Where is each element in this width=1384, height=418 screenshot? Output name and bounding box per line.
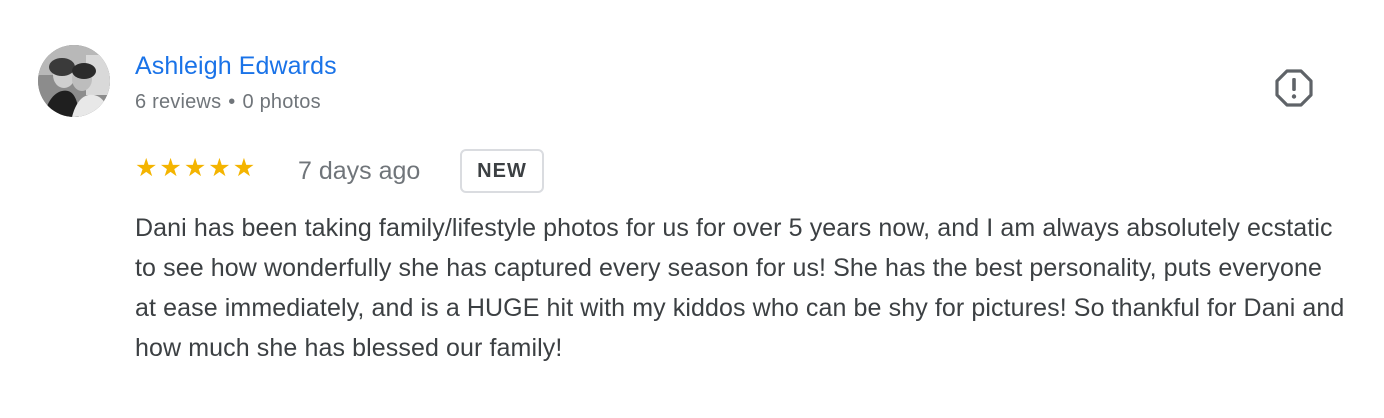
review-text: Dani has been taking family/lifestyle ph… <box>135 214 1345 362</box>
star-icon: ★ <box>232 154 256 182</box>
meta-separator: • <box>228 91 236 113</box>
star-icon: ★ <box>135 154 158 182</box>
review-count: 6 reviews <box>135 91 222 113</box>
author-name-link[interactable]: Ashleigh Edwards <box>135 50 337 82</box>
new-badge: NEW <box>460 149 544 193</box>
author-avatar[interactable] <box>38 45 110 117</box>
report-flag-icon <box>1275 69 1313 107</box>
star-icon: ★ <box>208 154 231 182</box>
star-rating: ★ ★ ★ ★ ★ <box>135 152 255 184</box>
star-icon: ★ <box>183 154 207 182</box>
author-meta: 6 reviews • 0 photos <box>135 88 321 116</box>
report-review-button[interactable] <box>1272 66 1316 110</box>
star-icon: ★ <box>159 154 182 182</box>
photo-count: 0 photos <box>242 91 321 113</box>
avatar-photo-icon <box>38 45 110 117</box>
review-date: 7 days ago <box>298 157 421 185</box>
review-card: Ashleigh Edwards 6 reviews • 0 photos ★ ★ ★ ★… <box>0 0 1384 418</box>
